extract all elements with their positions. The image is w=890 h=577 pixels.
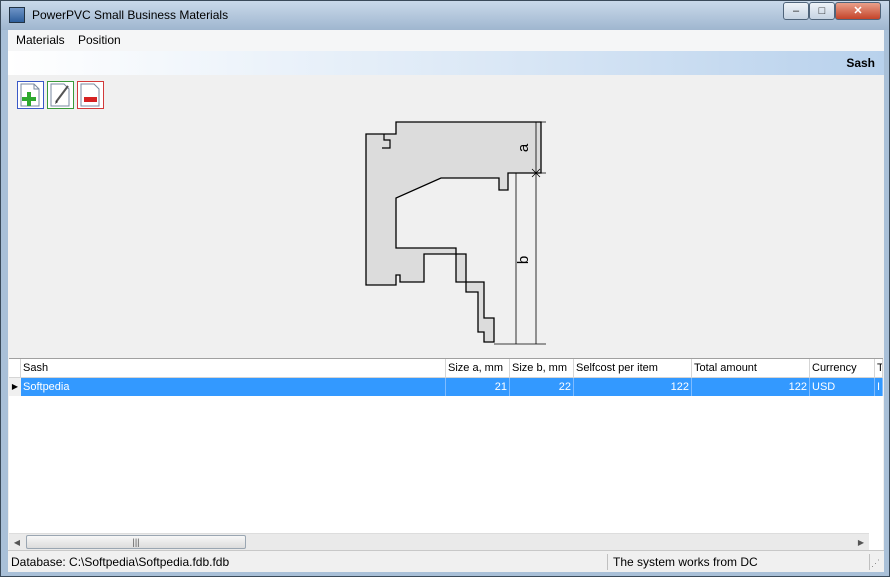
col-header-sash[interactable]: Sash bbox=[21, 359, 446, 377]
cell-t[interactable]: I bbox=[875, 378, 883, 396]
title-bar[interactable]: PowerPVC Small Business Materials – □ ✕ bbox=[1, 1, 889, 30]
cell-total[interactable]: 122 bbox=[692, 378, 810, 396]
edit-icon bbox=[50, 83, 70, 107]
section-banner: Sash bbox=[8, 51, 884, 75]
window-title: PowerPVC Small Business Materials bbox=[32, 8, 229, 22]
app-icon bbox=[9, 7, 25, 23]
materials-grid[interactable]: Sash Size a, mm Size b, mm Selfcost per … bbox=[9, 358, 883, 551]
scroll-thumb[interactable]: ||| bbox=[26, 535, 246, 549]
cell-currency[interactable]: USD bbox=[810, 378, 875, 396]
row-indicator-icon: ▶ bbox=[9, 378, 21, 396]
maximize-button[interactable]: □ bbox=[809, 2, 835, 20]
cell-selfcost[interactable]: 122 bbox=[574, 378, 692, 396]
app-window: PowerPVC Small Business Materials – □ ✕ … bbox=[0, 0, 890, 577]
menu-position[interactable]: Position bbox=[78, 33, 121, 47]
col-header-t[interactable]: T bbox=[875, 359, 883, 377]
grid-header: Sash Size a, mm Size b, mm Selfcost per … bbox=[9, 359, 883, 378]
col-header-selfcost[interactable]: Selfcost per item bbox=[574, 359, 692, 377]
client-area: Materials Position Sash a b Sash Size a,… bbox=[8, 30, 884, 572]
scroll-right-icon[interactable]: ▶ bbox=[853, 535, 869, 550]
edit-button[interactable] bbox=[47, 81, 74, 109]
add-icon bbox=[20, 83, 40, 107]
minimize-button[interactable]: – bbox=[783, 2, 809, 20]
header-indicator bbox=[9, 359, 21, 377]
close-button[interactable]: ✕ bbox=[835, 2, 881, 20]
horizontal-scrollbar[interactable]: ◀ ||| ▶ bbox=[9, 533, 869, 551]
section-title: Sash bbox=[846, 56, 875, 70]
col-header-total[interactable]: Total amount bbox=[692, 359, 810, 377]
delete-button[interactable] bbox=[77, 81, 104, 109]
delete-icon bbox=[80, 83, 100, 107]
cell-size-a[interactable]: 21 bbox=[446, 378, 510, 396]
cell-sash[interactable]: Softpedia bbox=[21, 378, 446, 396]
col-header-size-b[interactable]: Size b, mm bbox=[510, 359, 574, 377]
scroll-left-icon[interactable]: ◀ bbox=[9, 535, 25, 550]
status-bar: Database: C:\Softpedia\Softpedia.fdb.fdb… bbox=[8, 550, 884, 572]
menu-bar: Materials Position bbox=[8, 30, 884, 52]
cell-size-b[interactable]: 22 bbox=[510, 378, 574, 396]
add-button[interactable] bbox=[17, 81, 44, 109]
status-mode: The system works from DC bbox=[610, 554, 870, 570]
resize-grip-icon[interactable]: ⋰ bbox=[871, 557, 883, 569]
sash-profile-drawing: a b bbox=[365, 121, 546, 345]
table-row[interactable]: ▶ Softpedia 21 22 122 122 USD I bbox=[9, 378, 883, 396]
dimension-a-label: a bbox=[515, 143, 532, 152]
status-database: Database: C:\Softpedia\Softpedia.fdb.fdb bbox=[8, 554, 608, 570]
col-header-size-a[interactable]: Size a, mm bbox=[446, 359, 510, 377]
dimension-b-label: b bbox=[515, 256, 532, 264]
col-header-currency[interactable]: Currency bbox=[810, 359, 875, 377]
menu-materials[interactable]: Materials bbox=[16, 33, 65, 47]
